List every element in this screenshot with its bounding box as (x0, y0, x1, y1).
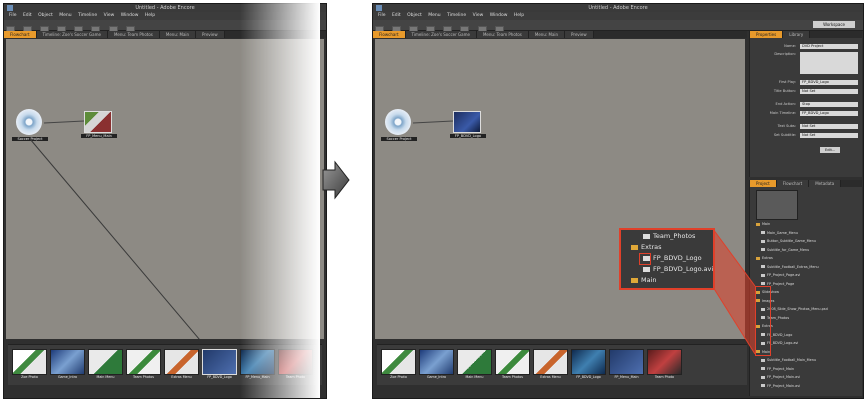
tab-menu-team-photos[interactable]: Menu: Team Photos (107, 31, 160, 38)
filmstrip-item[interactable]: Extras Menu (164, 349, 199, 379)
filmstrip-label: Game_Intro (57, 375, 78, 379)
filmstrip-label: Team Photos (133, 375, 154, 379)
right-app-window: Untitled - Adobe Encore File Edit Object… (372, 3, 864, 399)
callout-item-label: FP_BDVD_Logo.avi (653, 265, 714, 273)
folder-icon (631, 244, 638, 250)
window-title: Untitled - Adobe Encore (135, 5, 195, 11)
filmstrip-item[interactable]: Game_Intro (50, 349, 85, 379)
filmstrip-label: Extras Menu (171, 375, 192, 379)
callout-item-label: FP_BDVD_Logo (653, 254, 702, 262)
filmstrip-item[interactable]: Main Menu (88, 349, 123, 379)
drag-line (29, 138, 200, 339)
tab-preview[interactable]: Preview (196, 31, 225, 38)
right-screenshot: Untitled - Adobe Encore File Edit Object… (370, 0, 864, 399)
callout-highlight-box (639, 253, 651, 265)
menu-window[interactable]: Window (121, 13, 139, 18)
menu-help[interactable]: Help (145, 13, 155, 18)
tab-flowchart[interactable]: Flowchart (4, 31, 37, 38)
callout-item[interactable]: Main (631, 274, 709, 286)
menu-object[interactable]: Object (38, 13, 53, 18)
callout-item-label: Extras (641, 243, 662, 251)
filmstrip-label: FP_BDVD_Logo (207, 375, 232, 379)
filmstrip-item[interactable]: Team Photos (126, 349, 161, 379)
callout-item-label: Main (641, 276, 657, 284)
menu-view[interactable]: View (104, 13, 115, 18)
menu-file[interactable]: File (9, 13, 17, 18)
fade-overlay (240, 0, 320, 398)
file-icon (643, 266, 650, 272)
callout-connector (712, 228, 756, 355)
filmstrip-label: Zoe Photo (21, 375, 38, 379)
app-icon (7, 5, 13, 11)
filmstrip-item[interactable]: Zoe Photo (12, 349, 47, 379)
project-zoom-callout: Team_Photos Extras FP_BDVD_Logo FP_BDVD_… (619, 228, 715, 290)
menu-menu[interactable]: Menu (59, 13, 71, 18)
left-screenshot: Untitled - Adobe Encore File Edit Object… (0, 0, 330, 399)
tab-menu-main[interactable]: Menu: Main (159, 31, 197, 38)
callout-item-label: Team_Photos (653, 232, 696, 240)
disc-to-menu-link (43, 120, 85, 124)
menu-timeline[interactable]: Timeline (78, 13, 97, 18)
tab-timeline[interactable]: Timeline: Zoe's Soccer Game (36, 31, 108, 38)
filmstrip-item-selected[interactable]: FP_BDVD_Logo (202, 349, 237, 379)
transition-arrow-icon (322, 160, 350, 200)
filmstrip-label: Main Menu (96, 375, 115, 379)
project-highlight-box (755, 286, 771, 356)
folder-icon (631, 277, 638, 283)
file-icon (643, 233, 650, 239)
menu-edit[interactable]: Edit (23, 13, 32, 18)
